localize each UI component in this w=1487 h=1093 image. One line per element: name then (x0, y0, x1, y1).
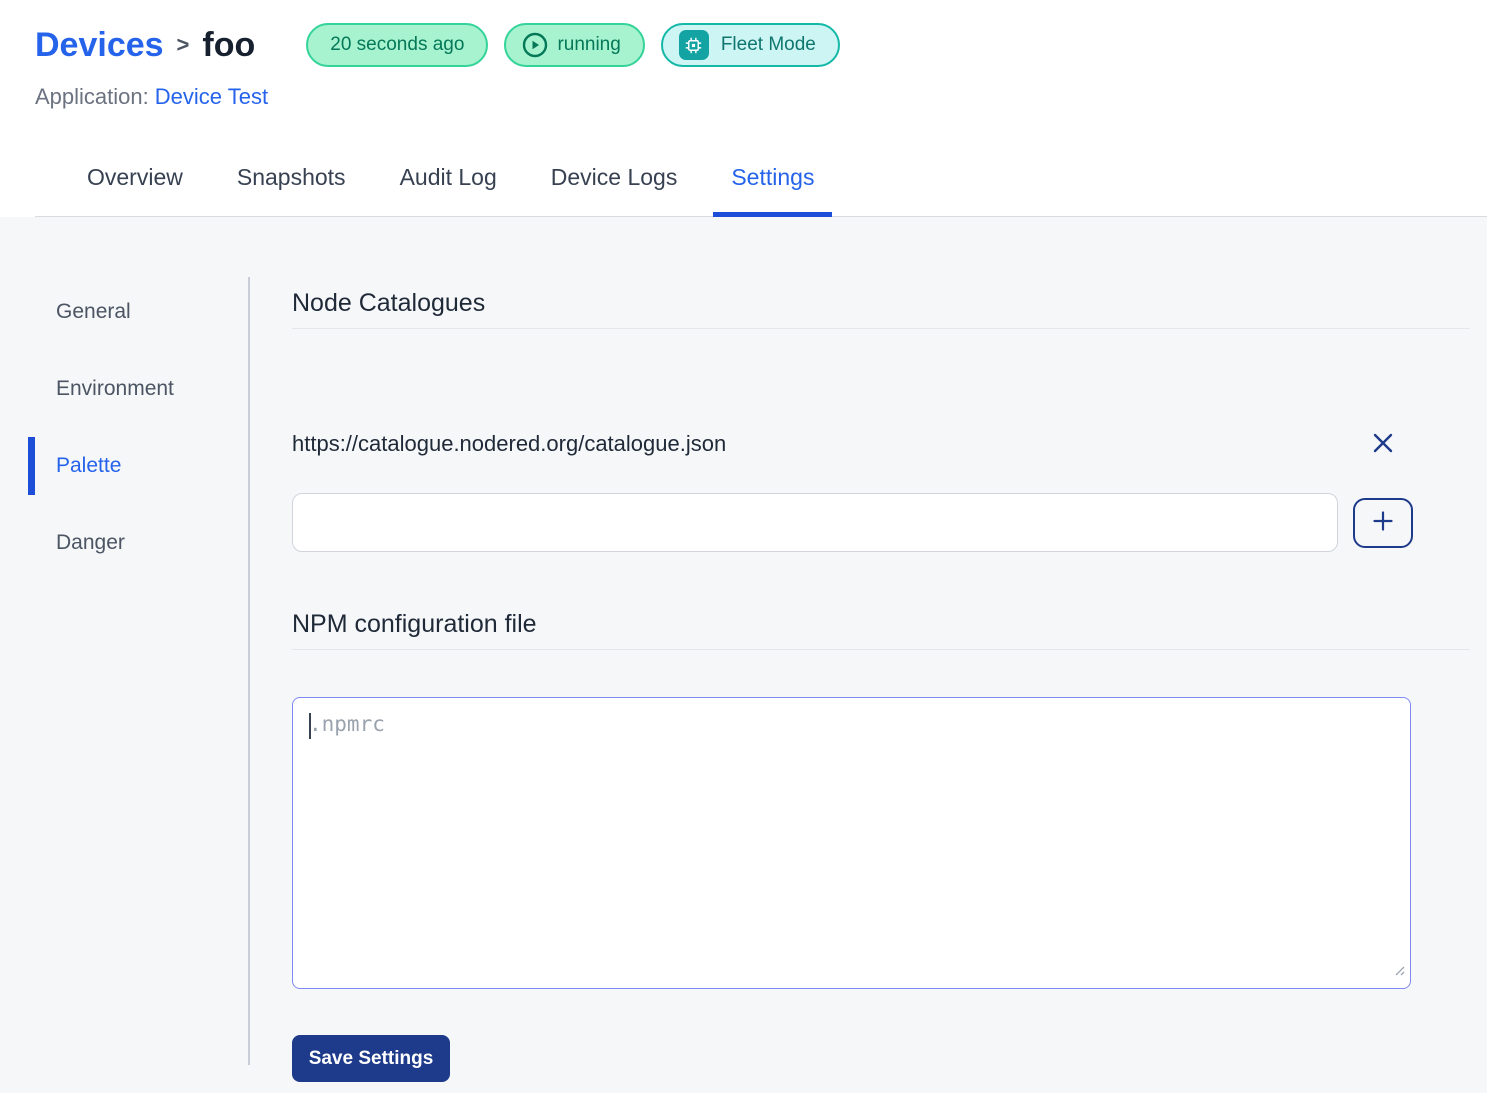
application-link[interactable]: Device Test (155, 84, 268, 109)
breadcrumb-current-device: foo (202, 26, 255, 65)
text-cursor (309, 713, 311, 739)
chip-icon (679, 30, 709, 60)
sidebar-item-environment[interactable]: Environment (0, 377, 250, 401)
status-label: running (557, 34, 620, 56)
last-seen-badge: 20 seconds ago (306, 23, 488, 67)
npm-config-field (292, 697, 1411, 989)
settings-content: General Environment Palette Danger Node … (0, 217, 1487, 1093)
fleet-mode-badge: Fleet Mode (661, 23, 840, 67)
status-badges: 20 seconds ago running Fleet Mode (306, 23, 840, 67)
catalogue-entry-row: https://catalogue.nodered.org/catalogue.… (292, 422, 1413, 466)
save-settings-button[interactable]: Save Settings (292, 1035, 450, 1082)
application-label: Application: (35, 84, 149, 109)
catalogue-url-text: https://catalogue.nodered.org/catalogue.… (292, 431, 726, 457)
status-badge: running (504, 23, 644, 67)
sidebar-item-general[interactable]: General (0, 300, 250, 324)
breadcrumb: Devices > foo 20 seconds ago running (35, 22, 1487, 68)
tab-audit-log[interactable]: Audit Log (382, 162, 515, 217)
play-circle-icon (522, 32, 548, 58)
tab-overview[interactable]: Overview (69, 162, 201, 217)
npm-config-heading: NPM configuration file (292, 610, 1470, 650)
sidebar-item-danger[interactable]: Danger (0, 531, 250, 555)
application-line: Application:Device Test (35, 84, 1487, 110)
new-catalogue-input[interactable] (292, 493, 1338, 552)
tab-device-logs[interactable]: Device Logs (533, 162, 696, 217)
breadcrumb-separator-icon: > (177, 32, 190, 58)
node-catalogues-heading: Node Catalogues (292, 289, 1470, 329)
tab-bar: Overview Snapshots Audit Log Device Logs… (35, 162, 1487, 217)
plus-icon (1370, 508, 1396, 537)
remove-catalogue-button[interactable] (1353, 422, 1413, 466)
page-header: Devices > foo 20 seconds ago running (0, 0, 1487, 217)
new-catalogue-row (292, 493, 1413, 552)
last-seen-label: 20 seconds ago (330, 34, 464, 56)
fleet-mode-label: Fleet Mode (721, 34, 816, 56)
tab-snapshots[interactable]: Snapshots (219, 162, 364, 217)
sidebar-item-palette[interactable]: Palette (0, 454, 250, 478)
settings-sidebar: General Environment Palette Danger (0, 217, 250, 1093)
close-icon (1370, 430, 1396, 459)
add-catalogue-button[interactable] (1353, 498, 1413, 548)
breadcrumb-devices-link[interactable]: Devices (35, 26, 164, 65)
npm-config-textarea[interactable] (292, 697, 1411, 989)
palette-settings-panel: Node Catalogues https://catalogue.nodere… (250, 217, 1487, 1093)
tab-settings[interactable]: Settings (713, 162, 832, 217)
